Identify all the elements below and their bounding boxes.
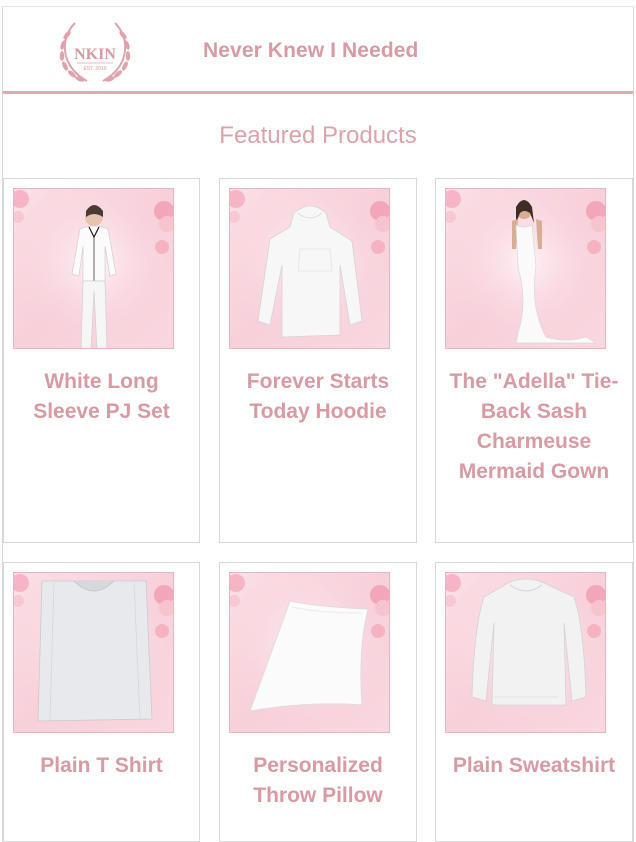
brand-name[interactable]: Never Knew I Needed xyxy=(203,39,418,63)
gown-image xyxy=(446,189,605,348)
hoodie-image xyxy=(230,189,389,348)
product-card[interactable]: Plain T Shirt xyxy=(3,562,200,842)
product-image[interactable] xyxy=(229,188,390,349)
product-title[interactable]: White Long Sleeve PJ Set xyxy=(4,367,199,427)
logo-subtext: EST. 2019 xyxy=(83,66,106,72)
tshirt-image xyxy=(14,573,173,732)
pillow-image xyxy=(230,573,389,732)
product-title[interactable]: Plain T Shirt xyxy=(4,751,199,781)
product-card[interactable]: Forever Starts Today Hoodie xyxy=(219,178,417,543)
sweatshirt-image xyxy=(446,573,605,732)
pajama-set-image xyxy=(14,189,173,348)
product-title[interactable]: Forever Starts Today Hoodie xyxy=(220,367,416,427)
product-image[interactable] xyxy=(13,188,174,349)
product-title[interactable]: Plain Sweatshirt xyxy=(436,751,632,781)
section-title: Featured Products xyxy=(219,122,417,149)
logo-text: NKIN xyxy=(74,46,116,63)
product-image[interactable] xyxy=(445,572,606,733)
product-image[interactable] xyxy=(445,188,606,349)
product-title[interactable]: The "Adella" Tie-Back Sash Charmeuse Mer… xyxy=(436,367,632,487)
product-title[interactable]: Personalized Throw Pillow xyxy=(220,751,416,811)
product-image[interactable] xyxy=(229,572,390,733)
product-card[interactable]: The "Adella" Tie-Back Sash Charmeuse Mer… xyxy=(435,178,633,543)
product-card[interactable]: Personalized Throw Pillow xyxy=(219,562,417,842)
brand-logo[interactable]: NKIN EST. 2019 xyxy=(53,15,137,91)
product-card[interactable]: Plain Sweatshirt xyxy=(435,562,633,842)
header-divider xyxy=(3,91,633,94)
site-header: NKIN EST. 2019 Never Knew I Needed xyxy=(3,7,633,92)
product-card[interactable]: White Long Sleeve PJ Set xyxy=(3,178,200,543)
product-image[interactable] xyxy=(13,572,174,733)
